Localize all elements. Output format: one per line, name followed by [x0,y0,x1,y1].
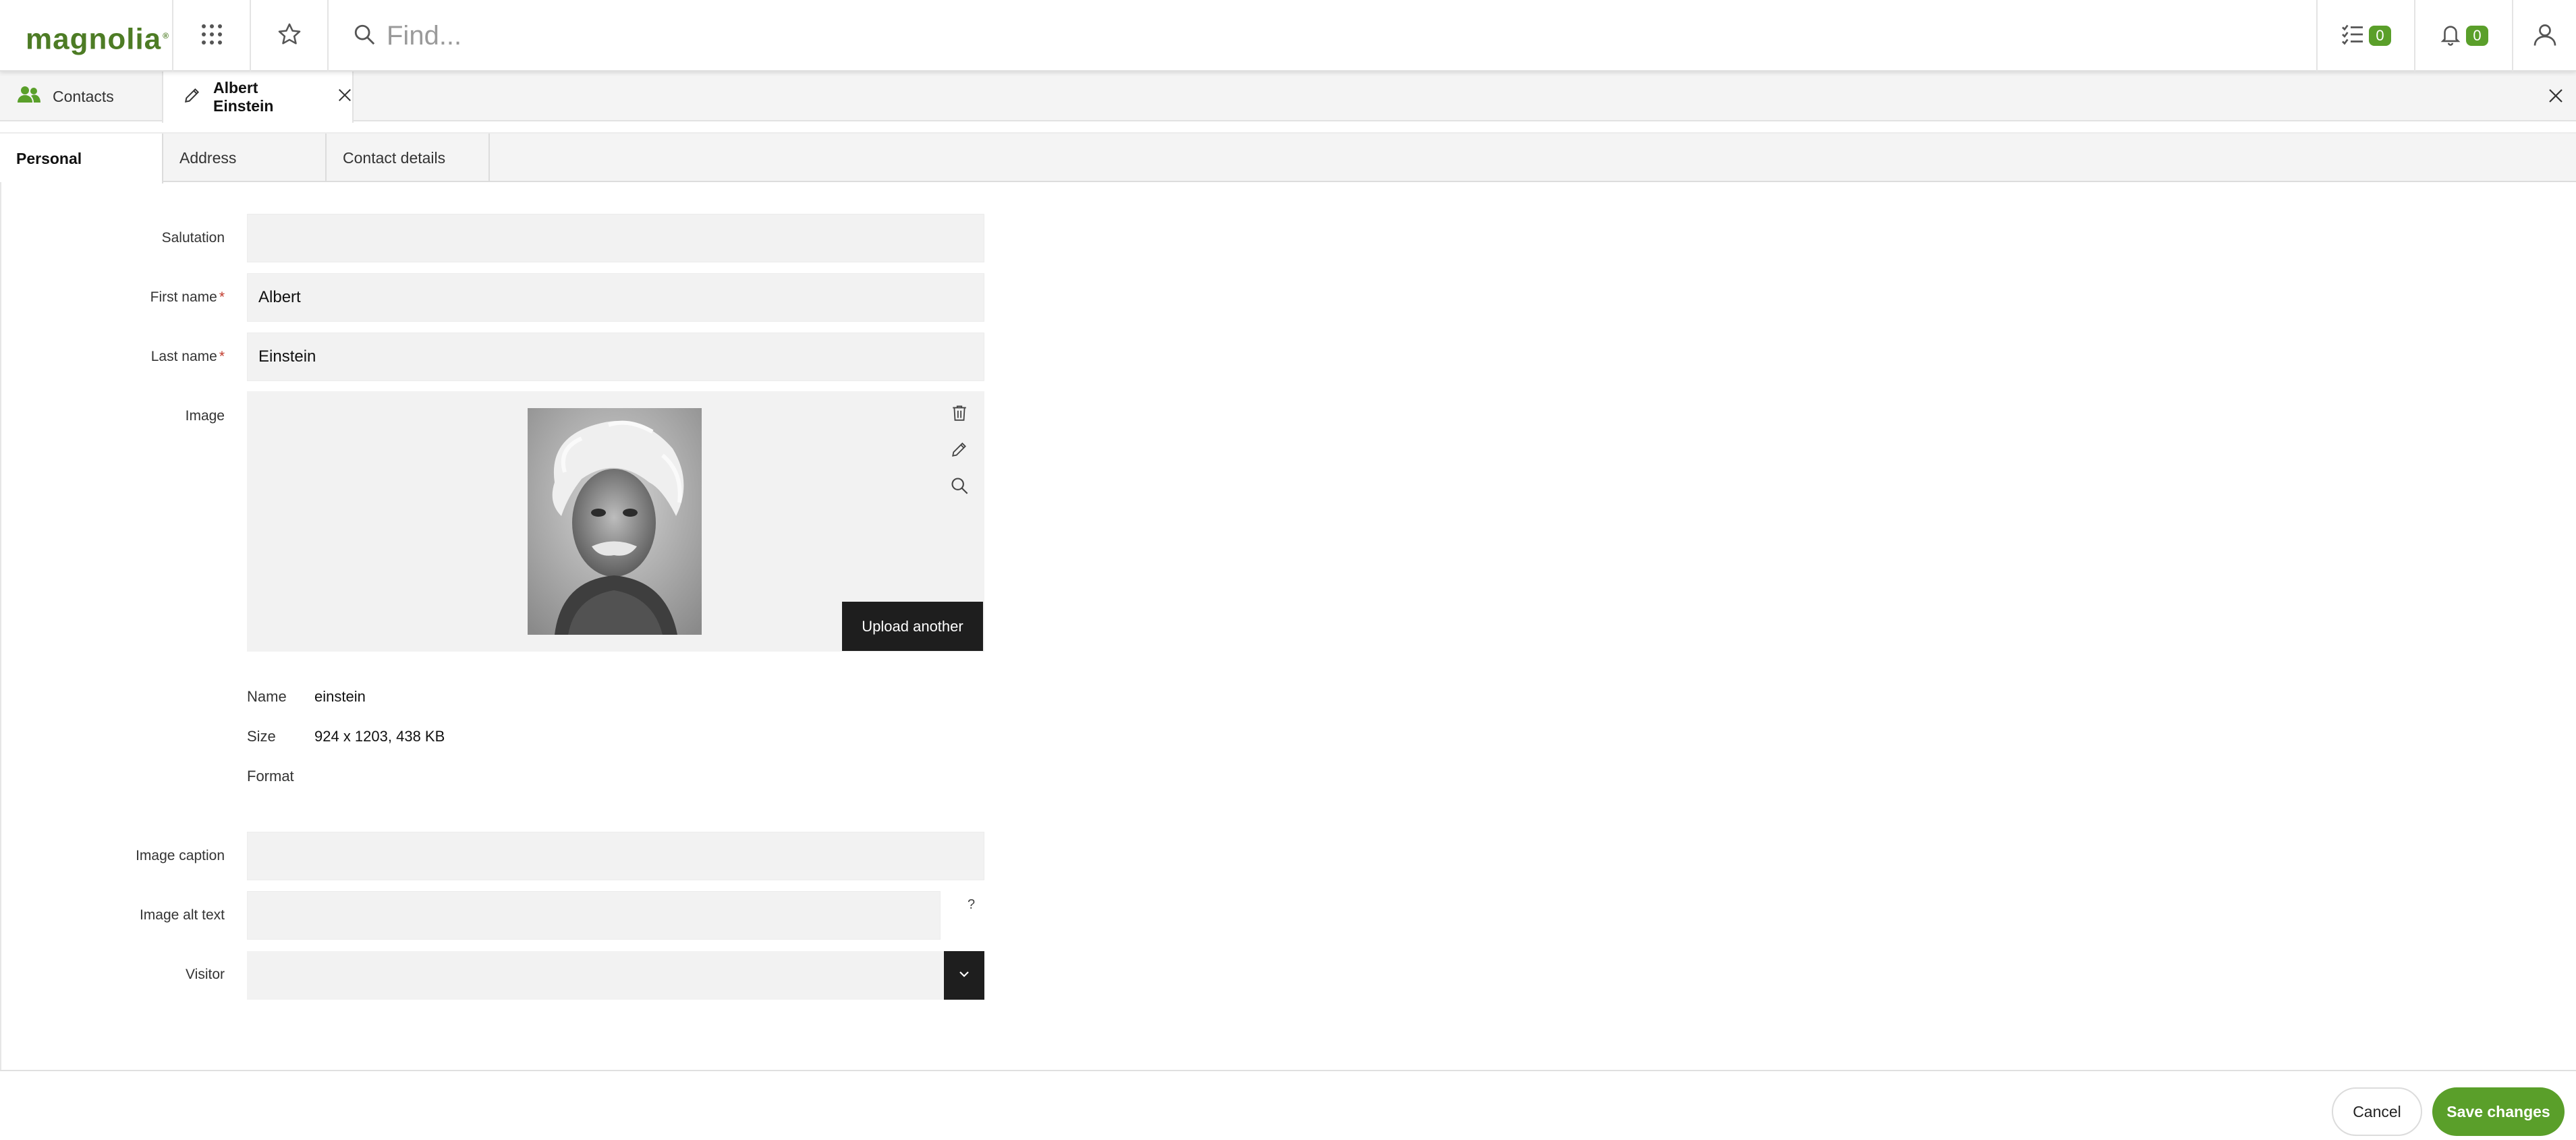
notifications-count-badge: 0 [2466,26,2488,46]
first-name-label-text: First name [150,289,217,305]
tab-edit-contact[interactable]: Albert Einstein [162,72,354,123]
search-input[interactable] [387,20,2141,51]
image-alt-label-text: Image alt text [139,907,225,923]
app-launcher-button[interactable] [172,0,250,72]
apps-grid-icon [200,23,223,49]
close-icon[interactable] [337,88,352,107]
last-name-label-text: Last name [150,349,217,364]
salutation-label: Salutation [0,230,225,246]
tasks-icon [2341,22,2365,50]
image-caption-input[interactable] [247,832,984,880]
image-size-key: Size [247,728,276,745]
image-upload-field: Upload another [247,391,984,652]
help-icon[interactable]: ? [968,897,975,913]
tasks-count-badge: 0 [2369,26,2391,46]
upload-another-button[interactable]: Upload another [842,602,983,651]
cancel-button[interactable]: Cancel [2332,1087,2422,1136]
image-size-value: 924 x 1203, 438 KB [314,728,445,745]
form-tabs: Personal Address Contact details [0,132,2576,183]
tab-contacts-label: Contacts [53,87,114,105]
favorites-button[interactable] [250,0,327,72]
tasks-button[interactable]: 0 [2316,0,2414,72]
bell-icon [2439,22,2462,50]
image-name-key: Name [247,688,287,705]
salutation-input[interactable] [247,214,984,262]
image-label-text: Image [185,408,225,424]
image-name-value: einstein [314,688,366,705]
visitor-label-text: Visitor [186,967,225,982]
user-menu-button[interactable] [2512,0,2576,72]
chevron-down-icon [957,969,971,982]
logo[interactable]: magnolia ® [26,19,169,56]
search-bar [327,0,2316,72]
first-name-label: First name * [0,289,225,306]
zoom-icon[interactable] [947,474,972,498]
tab-contacts-app[interactable]: Contacts [0,72,162,121]
pencil-icon [184,86,201,108]
contacts-icon [18,86,40,107]
last-name-label: Last name * [0,349,225,365]
tab-contact-details[interactable]: Contact details [327,134,490,182]
search-icon [353,23,376,49]
tab-address[interactable]: Address [163,134,327,182]
image-preview [528,408,702,635]
image-caption-label: Image caption [0,848,225,864]
first-name-input[interactable] [247,273,984,322]
last-name-input[interactable] [247,333,984,381]
tab-edit-label: Albert Einstein [213,79,274,115]
notifications-button[interactable]: 0 [2414,0,2512,72]
trash-icon[interactable] [947,401,972,425]
user-icon [2533,22,2557,51]
visitor-select[interactable] [247,951,984,1000]
edit-icon[interactable] [947,437,972,461]
app-tab-strip: Contacts Albert Einstein [0,72,2576,123]
image-label: Image [0,408,225,424]
required-marker: * [219,349,225,364]
tab-personal[interactable]: Personal [0,134,163,183]
image-format-key: Format [247,768,294,785]
top-bar: magnolia ® Find... 0 0 [0,0,2576,72]
close-app-icon[interactable] [2548,88,2564,107]
salutation-label-text: Salutation [161,230,225,246]
required-marker: * [219,289,225,305]
visitor-label: Visitor [0,967,225,983]
image-caption-label-text: Image caption [136,848,225,863]
save-changes-button[interactable]: Save changes [2432,1087,2565,1136]
star-icon [277,22,302,51]
visitor-dropdown-button[interactable] [944,951,984,1000]
form-footer: Cancel Save changes [0,1070,2576,1140]
image-alt-input[interactable] [247,891,941,940]
image-alt-label: Image alt text [0,907,225,923]
